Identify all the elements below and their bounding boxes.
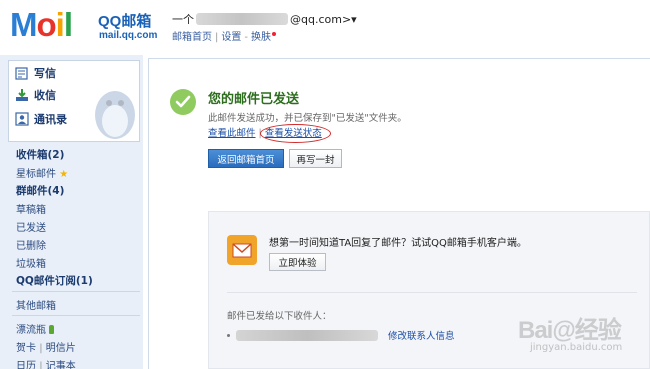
drift-bottle-label: 漂流瓶 bbox=[16, 325, 46, 336]
other-mailboxes[interactable]: 其他邮箱 bbox=[16, 297, 56, 312]
back-to-home-button[interactable]: 返回邮箱首页 bbox=[208, 149, 284, 168]
folder-spam[interactable]: 垃圾箱 bbox=[16, 255, 46, 270]
view-mail-link[interactable]: 查看此邮件 bbox=[208, 128, 256, 139]
folder-deleted[interactable]: 已删除 bbox=[16, 237, 46, 252]
user-email-suffix: @qq.com>▾ bbox=[290, 13, 357, 26]
header-links: 邮箱首页 | 设置 - 换肤 bbox=[172, 28, 276, 43]
receive-button[interactable]: 收信 bbox=[14, 86, 56, 104]
bullet-icon bbox=[227, 333, 230, 337]
postcard-link[interactable]: 明信片 bbox=[46, 343, 76, 354]
user-prefix: 一个 bbox=[172, 13, 194, 26]
highlight-circle bbox=[259, 124, 331, 143]
calendar-link[interactable]: 日历 bbox=[16, 361, 36, 369]
folder-starred-label: 星标邮件 bbox=[16, 169, 56, 180]
promo-text: 想第一时间知道TA回复了邮件？试试QQ邮箱手机客户端。 bbox=[269, 238, 527, 249]
separator: | bbox=[39, 361, 43, 369]
folder-starred[interactable]: 星标邮件 ★ bbox=[16, 165, 68, 180]
folder-drafts[interactable]: 草稿箱 bbox=[16, 201, 46, 216]
divider bbox=[227, 292, 637, 293]
recipient-row: 修改联系人信息 bbox=[227, 328, 455, 342]
divider bbox=[12, 291, 140, 292]
compose-icon bbox=[14, 66, 29, 80]
contacts-icon bbox=[14, 112, 29, 126]
notebook-link[interactable]: 记事本 bbox=[46, 361, 76, 369]
compose-label: 写信 bbox=[34, 67, 56, 80]
success-check-icon bbox=[170, 89, 196, 115]
contacts-label: 通讯录 bbox=[34, 113, 67, 126]
sent-title: 您的邮件已发送 bbox=[208, 92, 300, 107]
contacts-button[interactable]: 通讯录 bbox=[14, 110, 67, 128]
folder-group-mail[interactable]: 群邮件(4) bbox=[16, 183, 64, 198]
inbox-download-icon bbox=[14, 88, 29, 102]
notification-dot bbox=[271, 32, 276, 36]
header: Moil QQ邮箱 mail.qq.com 一个 @qq.com>▾ 邮箱首页 | 设… bbox=[0, 0, 650, 55]
drift-bottle-link[interactable]: 漂流瓶 bbox=[16, 321, 54, 336]
baidu-jingyan-watermark: Bai@经验 jingyan.baidu.com bbox=[518, 310, 648, 366]
edit-contact-link[interactable]: 修改联系人信息 bbox=[388, 328, 455, 342]
settings-link[interactable]: 设置 bbox=[221, 32, 241, 43]
separator: - bbox=[244, 32, 248, 43]
folder-inbox[interactable]: 收件箱(2) bbox=[16, 147, 64, 162]
mail-wordmark: Moil bbox=[10, 6, 73, 43]
write-again-button[interactable]: 再写一封 bbox=[289, 149, 342, 168]
sent-description: 此邮件发送成功，并已保存到"已发送"文件夹。 bbox=[208, 113, 407, 124]
mailbox-home-link[interactable]: 邮箱首页 bbox=[172, 32, 212, 43]
user-account[interactable]: 一个 @qq.com>▾ bbox=[172, 11, 357, 27]
card-link[interactable]: 贺卡 bbox=[16, 343, 36, 354]
divider bbox=[12, 315, 140, 316]
separator: | bbox=[39, 343, 43, 354]
receive-label: 收信 bbox=[34, 89, 56, 102]
view-send-status-link[interactable]: 查看发送状态 bbox=[259, 124, 331, 143]
watermark-brand: Bai@经验 bbox=[518, 317, 622, 344]
change-skin-link[interactable]: 换肤 bbox=[251, 32, 271, 43]
watermark-url: jingyan.baidu.com bbox=[530, 342, 623, 353]
compose-button[interactable]: 写信 bbox=[14, 64, 56, 82]
logo-brand: QQ邮箱 bbox=[98, 13, 152, 30]
star-icon: ★ bbox=[59, 169, 69, 180]
qq-mail-logo[interactable]: Moil QQ邮箱 mail.qq.com bbox=[10, 6, 160, 48]
sidebar: 写信 收信 通讯录 收件箱(2) 星标邮件 ★ 群邮件(4) 草稿箱 已发送 已… bbox=[0, 55, 143, 369]
folder-subscriptions[interactable]: QQ邮件订阅(1) bbox=[16, 273, 93, 288]
separator: | bbox=[215, 32, 219, 43]
logo-url: mail.qq.com bbox=[99, 30, 158, 41]
sent-links: 查看此邮件 | 查看发送状态 bbox=[208, 124, 331, 143]
recipient-blurred bbox=[236, 329, 378, 341]
user-email-blurred bbox=[196, 13, 288, 25]
bottle-icon bbox=[49, 325, 54, 334]
mail-app-icon bbox=[227, 235, 257, 265]
recipients-label: 邮件已发给以下收件人： bbox=[227, 311, 332, 322]
folder-sent[interactable]: 已发送 bbox=[16, 219, 46, 234]
calendar-links: 日历 | 记事本 bbox=[16, 357, 76, 369]
qq-penguin-icon bbox=[95, 91, 135, 139]
try-now-button[interactable]: 立即体验 bbox=[269, 253, 326, 271]
card-links: 贺卡 | 明信片 bbox=[16, 339, 76, 354]
